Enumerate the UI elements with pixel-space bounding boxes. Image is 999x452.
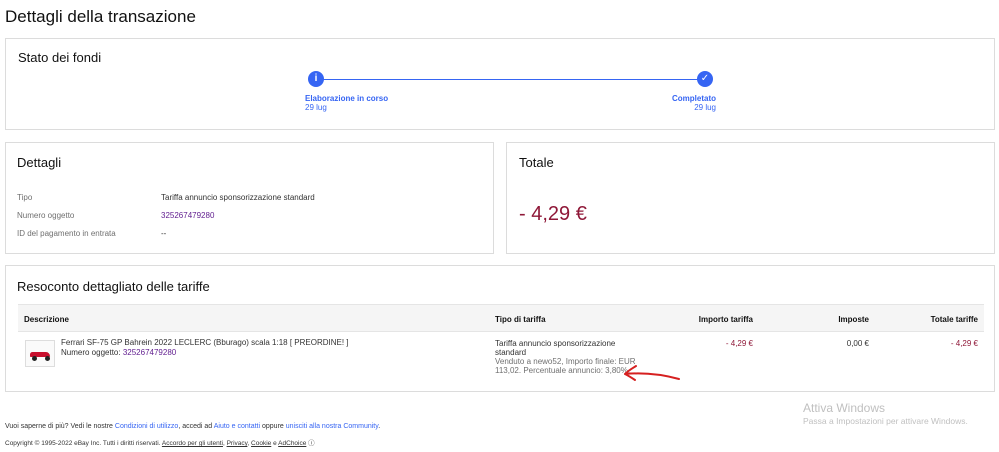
- item-number-link[interactable]: 325267479280: [161, 211, 214, 220]
- detail-row-item-number: Numero oggetto 325267479280: [17, 211, 487, 223]
- cookie-link[interactable]: Cookie: [251, 440, 271, 447]
- taxes-amount: 0,00 €: [846, 339, 869, 348]
- total-amount: - 4,29 €: [519, 203, 587, 225]
- community-link[interactable]: unisciti alla nostra Community: [286, 423, 378, 430]
- footer-copyright-line: Copyright © 1995-2022 eBay Inc. Tutti i …: [5, 440, 315, 447]
- item-number-line: Numero oggetto: 325267479280: [61, 348, 349, 358]
- table-header: Descrizione Tipo di tariffa Importo tari…: [18, 304, 984, 332]
- column-header-description: Descrizione: [24, 315, 69, 324]
- footer-text: .: [378, 423, 381, 430]
- funds-status-title: Stato dei fondi: [18, 50, 102, 65]
- total-card: Totale - 4,29 €: [506, 142, 995, 254]
- wheel-shape: [45, 356, 50, 361]
- total-fees-amount: - 4,29 €: [950, 339, 978, 348]
- footer-text: Vuoi saperne di più? Vedi le nostre: [5, 423, 113, 430]
- step-processing-label: Elaborazione in corso: [305, 94, 389, 103]
- item-title: Ferrari SF-75 GP Bahrein 2022 LECLERC (B…: [61, 338, 349, 347]
- fees-breakdown-title: Resoconto dettagliato delle tariffe: [17, 279, 210, 294]
- detail-label: ID del pagamento in entrata: [17, 229, 116, 238]
- help-contact-link[interactable]: Aiuto e contatti: [214, 423, 260, 430]
- fee-type: Tariffa annuncio sponsorizzazione standa…: [495, 339, 616, 357]
- step-completed-date: 29 lug: [694, 103, 716, 112]
- table-row: Ferrari SF-75 GP Bahrein 2022 LECLERC (B…: [18, 332, 984, 388]
- fees-table: Descrizione Tipo di tariffa Importo tari…: [18, 304, 984, 388]
- funds-status-card: Stato dei fondi i ✓ Elaborazione in cors…: [5, 38, 995, 130]
- detail-value: Tariffa annuncio sponsorizzazione standa…: [161, 193, 315, 202]
- column-header-fee-type: Tipo di tariffa: [495, 315, 546, 324]
- detail-row-type: Tipo Tariffa annuncio sponsorizzazione s…: [17, 193, 487, 205]
- user-agreement-link[interactable]: Accordo per gli utenti: [162, 440, 223, 447]
- progress-track: [322, 79, 709, 80]
- annotation-arrow: [624, 365, 680, 381]
- copyright-text: Copyright © 1995-2022 eBay Inc. Tutti i …: [5, 440, 161, 447]
- total-title: Totale: [519, 155, 554, 170]
- step-completed-label: Completato: [672, 94, 716, 103]
- fees-breakdown-card: Resoconto dettagliato delle tariffe Desc…: [5, 265, 995, 392]
- item-description: Ferrari SF-75 GP Bahrein 2022 LECLERC (B…: [61, 338, 349, 358]
- footer-text: oppure: [262, 423, 284, 430]
- check-icon: ✓: [697, 71, 713, 87]
- detail-value: --: [161, 229, 167, 238]
- footer-help-line: Vuoi saperne di più? Vedi le nostre Cond…: [5, 423, 380, 430]
- details-title: Dettagli: [17, 155, 62, 170]
- detail-label: Numero oggetto: [17, 211, 75, 220]
- item-number-label: Numero oggetto:: [61, 348, 121, 357]
- wheel-shape: [32, 356, 37, 361]
- detail-label: Tipo: [17, 193, 33, 202]
- footer-text: , accedi ad: [178, 423, 213, 430]
- column-header-taxes: Imposte: [838, 315, 869, 324]
- column-header-total: Totale tariffe: [930, 315, 978, 324]
- terms-link[interactable]: Condizioni di utilizzo: [115, 423, 178, 430]
- fee-amount: - 4,29 €: [725, 339, 753, 348]
- detail-row-payment-id: ID del pagamento in entrata --: [17, 229, 487, 241]
- privacy-link[interactable]: Privacy: [227, 440, 248, 447]
- windows-watermark-subtitle: Passa a Impostazioni per attivare Window…: [803, 416, 968, 426]
- step-processing-date: 29 lug: [305, 103, 327, 112]
- page-title: Dettagli della transazione: [5, 7, 196, 26]
- windows-watermark-title: Attiva Windows: [803, 401, 886, 415]
- column-header-fee-amount: Importo tariffa: [698, 315, 753, 324]
- item-number-link[interactable]: 325267479280: [123, 348, 176, 357]
- footer-text: e: [273, 440, 277, 447]
- details-card: Dettagli Tipo Tariffa annuncio sponsoriz…: [5, 142, 494, 254]
- adchoice-icon: ⓘ: [308, 440, 315, 447]
- adchoice-link[interactable]: AdChoice: [278, 440, 306, 447]
- info-icon: i: [308, 71, 324, 87]
- item-thumbnail[interactable]: [25, 340, 55, 367]
